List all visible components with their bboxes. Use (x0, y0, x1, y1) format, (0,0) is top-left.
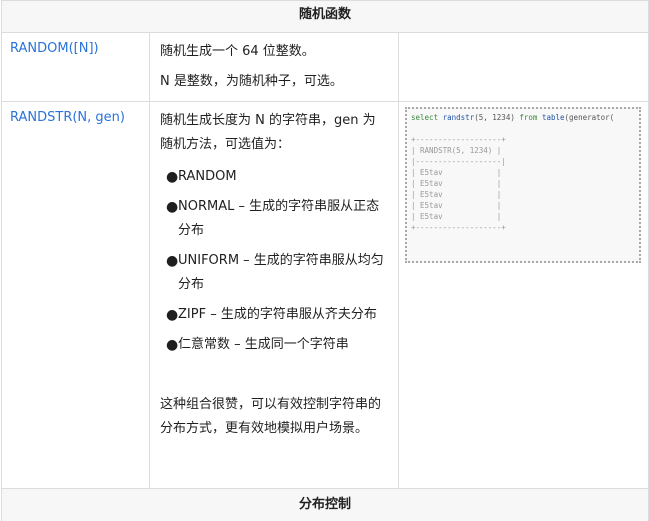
list-item: ● NORMAL – 生成的字符串服从正态分布 (160, 195, 388, 243)
example-cell-empty (398, 32, 649, 102)
bullet-icon: ● (166, 337, 179, 353)
function-name: RANDOM([N]) (1, 32, 150, 102)
table-row: RANDSTR(N, gen) 随机生成长度为 N 的字符串，gen 为随机方法… (1, 101, 649, 489)
bullet-icon: ● (166, 199, 179, 215)
bullet-icon: ● (166, 169, 179, 185)
function-table: 随机函数 RANDOM([N]) 随机生成一个 64 位整数。 N 是整数，为随… (1, 0, 649, 521)
description-closing: 这种组合很赞，可以有效控制字符串的分布方式，更有效地模拟用户场景。 (160, 397, 382, 436)
example-cell: select randstr(5, 1234) from table(gener… (398, 101, 649, 489)
list-item: ● ZIPF – 生成的字符串服从齐夫分布 (160, 303, 388, 327)
list-item: ● UNIFORM – 生成的字符串服从均匀分布 (160, 249, 388, 297)
table-row: RANDOM([N]) 随机生成一个 64 位整数。 N 是整数，为随机种子，可… (1, 32, 649, 102)
description-line: 随机生成一个 64 位整数。 (160, 44, 315, 59)
list-item: ● 仁意常数 – 生成同一个字符串 (160, 333, 388, 357)
section-header-random-functions: 随机函数 (1, 0, 649, 33)
code-result-line: | E5tav | (411, 212, 502, 221)
bullet-icon: ● (166, 307, 179, 323)
code-query-line: select randstr(5, 1234) from table(gener… (411, 113, 615, 122)
code-result-line: |-------------------| (411, 157, 506, 166)
description-line: N 是整数，为随机种子，可选。 (160, 74, 343, 89)
code-result-line: | E5tav | (411, 190, 502, 199)
code-result-line: +-------------------+ (411, 135, 506, 144)
description-intro: 随机生成长度为 N 的字符串，gen 为随机方法，可选值为： (160, 113, 376, 152)
function-description: 随机生成一个 64 位整数。 N 是整数，为随机种子，可选。 (149, 32, 399, 102)
code-result-line: | E5tav | (411, 179, 502, 188)
list-item-text: NORMAL – 生成的字符串服从正态分布 (178, 199, 380, 238)
list-item: ● RANDOM (160, 165, 388, 189)
function-description: 随机生成长度为 N 的字符串，gen 为随机方法，可选值为： ● RANDOM ●… (149, 101, 399, 489)
section-header-distribution-control: 分布控制 (1, 488, 649, 521)
list-item-text: RANDOM (178, 169, 237, 184)
function-name: RANDSTR(N, gen) (1, 101, 150, 489)
list-item-text: ZIPF – 生成的字符串服从齐夫分布 (178, 307, 377, 322)
list-item-text: UNIFORM – 生成的字符串服从均匀分布 (178, 253, 384, 292)
list-item-text: 仁意常数 – 生成同一个字符串 (178, 337, 349, 352)
code-result-line: +-------------------+ (411, 223, 506, 232)
code-result-line: | E5tav | (411, 201, 502, 210)
code-result-line: | E5tav | (411, 168, 502, 177)
generator-options-list: ● RANDOM ● NORMAL – 生成的字符串服从正态分布 ● UNIFORM … (160, 165, 388, 357)
code-result-line: | RANDSTR(5, 1234) | (411, 146, 502, 155)
bullet-icon: ● (166, 253, 179, 269)
code-example-screenshot: select randstr(5, 1234) from table(gener… (405, 107, 641, 263)
